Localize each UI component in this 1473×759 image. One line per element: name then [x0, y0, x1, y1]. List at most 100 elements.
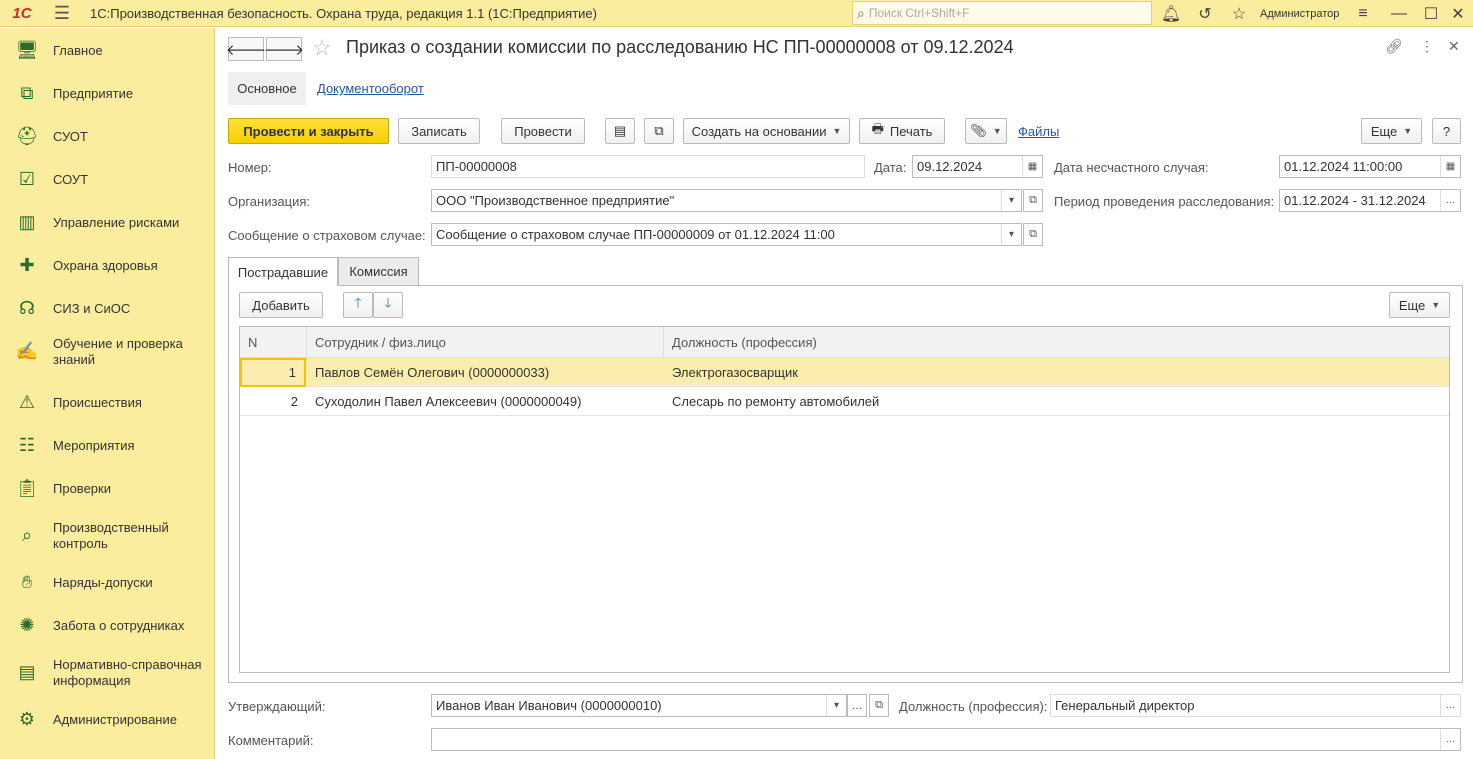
row-position[interactable]: Слесарь по ремонту автомобилей: [664, 387, 1449, 416]
search-input[interactable]: ⌕ Поиск Ctrl+Shift+F: [852, 1, 1152, 25]
open-organization-button[interactable]: ⧉: [1023, 189, 1043, 212]
date-value: 09.12.2024: [917, 159, 983, 174]
close-form-icon[interactable]: ✕: [1448, 38, 1460, 55]
menu-burger-icon[interactable]: ☰: [44, 0, 80, 27]
link-icon[interactable]: 🔗︎: [1385, 38, 1403, 55]
settings-menu-icon[interactable]: ≡: [1348, 0, 1378, 27]
sidebar-item-admin[interactable]: ⚙︎ Администрирование: [0, 698, 215, 741]
files-link[interactable]: Файлы: [1018, 124, 1059, 139]
post-button[interactable]: Провести: [501, 118, 585, 144]
print-button[interactable]: 🖶 Печать: [859, 118, 945, 144]
tab-commission[interactable]: Комиссия: [338, 257, 419, 285]
sidebar-item-activities[interactable]: ☷ Мероприятия: [0, 424, 215, 467]
ellipsis-icon[interactable]: …: [1440, 695, 1460, 716]
column-position[interactable]: Должность (профессия): [664, 327, 1449, 358]
current-user[interactable]: Администратор: [1260, 0, 1339, 27]
move-up-button[interactable]: 🡑: [343, 292, 373, 318]
add-button[interactable]: Добавить: [239, 292, 323, 318]
accident-date-field[interactable]: 01.12.2024 11:00:00 ▦: [1279, 155, 1461, 178]
period-field[interactable]: 01.12.2024 - 31.12.2024 …: [1279, 189, 1461, 212]
forward-button[interactable]: 🡒: [264, 37, 304, 61]
tab-docflow[interactable]: Документооборот: [317, 81, 424, 96]
more-button[interactable]: Еще ▼: [1361, 118, 1422, 144]
more-label: Еще: [1370, 123, 1398, 139]
sidebar-item-ppe[interactable]: ☊ СИЗ и СиОС: [0, 287, 215, 330]
approver-position-field[interactable]: Генеральный директор …: [1050, 694, 1461, 717]
tab-main[interactable]: Основное: [228, 72, 306, 105]
open-approver-button[interactable]: ⧉: [869, 694, 889, 717]
paperclip-icon: 📎︎: [970, 123, 987, 138]
open-window-icon: ⧉: [875, 699, 883, 711]
tab-victims[interactable]: Пострадавшие: [228, 257, 338, 286]
ellipsis-icon[interactable]: …: [1440, 190, 1460, 211]
magnifier-chart-icon: ⌕: [21, 525, 33, 545]
create-based-on-button[interactable]: Создать на основании ▼: [683, 118, 850, 144]
sidebar-item-label: СУОТ: [53, 128, 88, 144]
comment-label: Комментарий:: [228, 733, 314, 748]
sidebar-item-reference[interactable]: ▤ Нормативно-справочная информация: [0, 651, 215, 694]
table-row[interactable]: 1 Павлов Семён Олегович (0000000033) Эле…: [240, 358, 1449, 387]
maximize-icon[interactable]: ☐: [1416, 0, 1446, 27]
sidebar-item-label: Обучение и проверка знаний: [53, 335, 183, 367]
date-field[interactable]: 09.12.2024 ▦: [912, 155, 1043, 178]
dropdown-arrow-icon[interactable]: ▾: [826, 695, 846, 716]
save-button[interactable]: Записать: [398, 118, 480, 144]
sidebar-item-risks[interactable]: ▥ Управление рисками: [0, 201, 215, 244]
page-title: Приказ о создании комиссии по расследова…: [346, 37, 1014, 57]
minimize-icon[interactable]: —: [1384, 0, 1414, 27]
row-number[interactable]: 1: [240, 358, 306, 387]
post-and-close-button[interactable]: Провести и закрыть: [228, 118, 389, 144]
row-number[interactable]: 2: [240, 387, 306, 416]
favorites-star-icon[interactable]: ☆: [1224, 0, 1254, 27]
row-position[interactable]: Электрогазосварщик: [664, 358, 1449, 387]
sidebar-item-suot[interactable]: ⛑︎ СУОТ: [0, 115, 215, 158]
approver-field[interactable]: Иванов Иван Иванович (0000000010) ▾: [431, 694, 847, 717]
organization-field[interactable]: ООО "Производственное предприятие" ▾: [431, 189, 1022, 212]
number-field[interactable]: ПП-00000008: [431, 155, 865, 178]
table-more-button[interactable]: Еще ▼: [1389, 292, 1450, 318]
risk-chart-icon: ▥: [18, 212, 36, 232]
sidebar-item-sout[interactable]: ☑ СОУТ: [0, 158, 215, 201]
insurance-report-label: Сообщение о страховом случае:: [228, 228, 426, 243]
comment-field[interactable]: …: [431, 728, 1461, 751]
bell-icon[interactable]: 🔔︎: [1156, 0, 1186, 27]
structure-button[interactable]: ⧉: [644, 118, 674, 144]
table-more-label: Еще: [1398, 297, 1426, 313]
help-button[interactable]: ?: [1432, 118, 1461, 144]
worker-helmet-icon: ⛑︎: [15, 126, 39, 146]
victims-table[interactable]: N Сотрудник / физ.лицо Должность (профес…: [239, 326, 1450, 673]
sidebar-item-health[interactable]: ✚ Охрана здоровья: [0, 244, 215, 287]
sidebar-item-training[interactable]: ✍ Обучение и проверка знаний: [0, 330, 215, 373]
favorite-star-icon[interactable]: ☆: [312, 35, 332, 61]
column-employee[interactable]: Сотрудник / физ.лицо: [307, 327, 664, 358]
move-down-button[interactable]: 🡓: [373, 292, 403, 318]
column-n[interactable]: N: [240, 327, 307, 358]
dropdown-arrow-icon[interactable]: ▾: [1001, 190, 1021, 211]
sidebar-item-inspections[interactable]: 📋︎ Проверки: [0, 467, 215, 510]
sidebar-item-enterprise[interactable]: ⧉ Предприятие: [0, 72, 215, 115]
open-report-button[interactable]: ⧉: [1023, 223, 1043, 246]
dropdown-arrow-icon[interactable]: ▾: [1001, 224, 1021, 245]
more-vertical-icon[interactable]: ⋮: [1420, 38, 1434, 55]
calendar-icon[interactable]: ▦: [1022, 156, 1042, 177]
back-button[interactable]: 🡐: [226, 37, 266, 61]
approver-select-button[interactable]: …: [847, 694, 867, 717]
report-button[interactable]: ▤: [605, 118, 635, 144]
sidebar-item-main[interactable]: 🖥︎ Главное: [0, 29, 215, 72]
sidebar-item-permits[interactable]: ✋︎ Наряды-допуски: [0, 561, 215, 604]
sidebar-item-care[interactable]: ✺ Забота о сотрудниках: [0, 604, 215, 647]
ellipsis-icon[interactable]: …: [1440, 729, 1460, 750]
insurance-report-field[interactable]: Сообщение о страховом случае ПП-00000009…: [431, 223, 1022, 246]
attach-button[interactable]: 📎︎ ▼: [965, 118, 1007, 144]
close-icon[interactable]: ✕: [1443, 0, 1473, 27]
history-icon[interactable]: ↺: [1190, 0, 1220, 27]
sidebar-item-production-control[interactable]: ⌕ Производственный контроль: [0, 514, 215, 557]
sidebar-item-incidents[interactable]: ⚠︎ Происшествия: [0, 381, 215, 424]
table-row[interactable]: 2 Суходолин Павел Алексеевич (0000000049…: [240, 387, 1449, 416]
calendar-icon[interactable]: ▦: [1440, 156, 1460, 177]
row-employee[interactable]: Павлов Семён Олегович (0000000033): [307, 358, 664, 387]
table-header: N Сотрудник / физ.лицо Должность (профес…: [240, 327, 1449, 358]
chevron-down-icon: ▼: [1431, 300, 1441, 310]
ppe-icon: ☊: [19, 298, 35, 318]
row-employee[interactable]: Суходолин Павел Алексеевич (0000000049): [307, 387, 664, 416]
